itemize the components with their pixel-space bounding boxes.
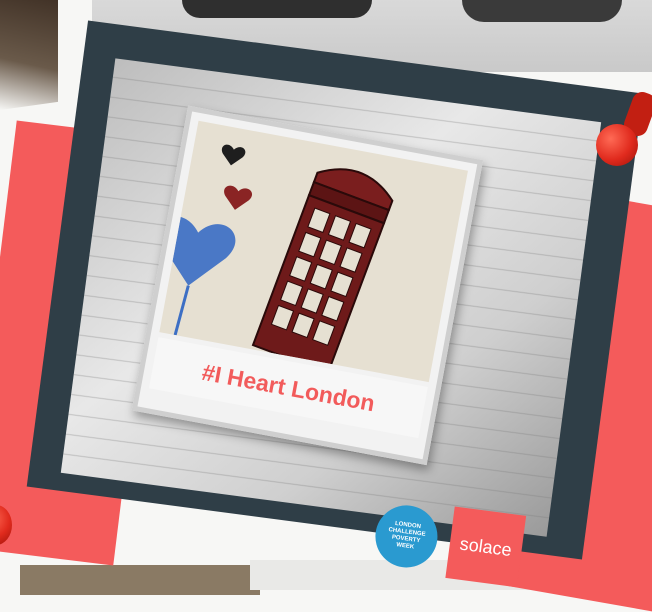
artwork-canvas [159, 120, 468, 383]
top-photo-shape [182, 0, 372, 18]
left-photo [0, 0, 58, 110]
solace-logo: solace [445, 506, 527, 588]
poster-card: #I Heart London LONDON CHALLENGE POVERTY… [26, 20, 644, 588]
heart-icon [224, 185, 253, 210]
brick-wall-photo: #I Heart London LONDON CHALLENGE POVERTY… [60, 58, 602, 588]
top-photo-shape [462, 0, 622, 22]
heart-icon [221, 144, 246, 166]
push-pin-icon [596, 124, 638, 166]
picture-frame: #I Heart London [131, 105, 484, 466]
heart-icon [159, 216, 236, 286]
phone-box-illustration [251, 168, 394, 375]
bottom-photo [20, 565, 260, 595]
artwork-svg [159, 144, 394, 375]
